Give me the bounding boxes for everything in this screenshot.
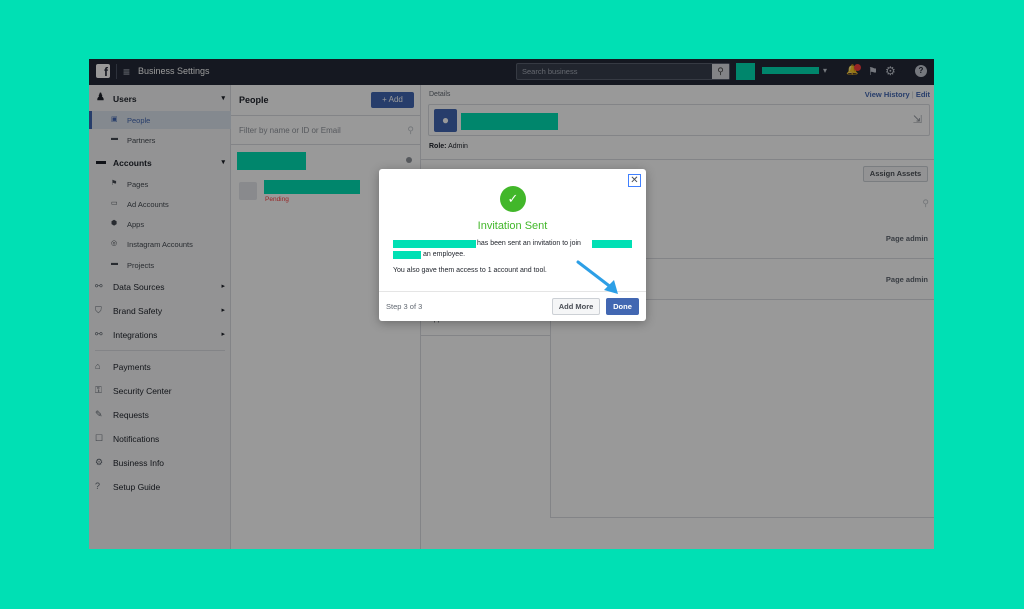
add-more-button[interactable]: Add More [552,298,600,315]
checkmark-icon: ✓ [500,186,526,212]
access-message: You also gave them access to 1 account a… [393,267,547,274]
close-icon[interactable]: ✕ [628,174,641,187]
step-indicator: Step 3 of 3 [386,302,423,311]
invitation-sent-dialog: ✕ ✓ Invitation Sent has been sent an inv… [379,169,646,321]
invite-message-role: an employee. [423,251,466,258]
invite-message: has been sent an invitation to join [477,240,581,247]
redacted-business-name [592,240,632,248]
redacted-business-name [393,251,421,259]
arrow-shaft [576,260,614,290]
done-button[interactable]: Done [606,298,639,315]
annotation-arrow-icon [576,260,618,294]
dialog-title: Invitation Sent [477,220,548,232]
redacted-email [393,240,476,248]
